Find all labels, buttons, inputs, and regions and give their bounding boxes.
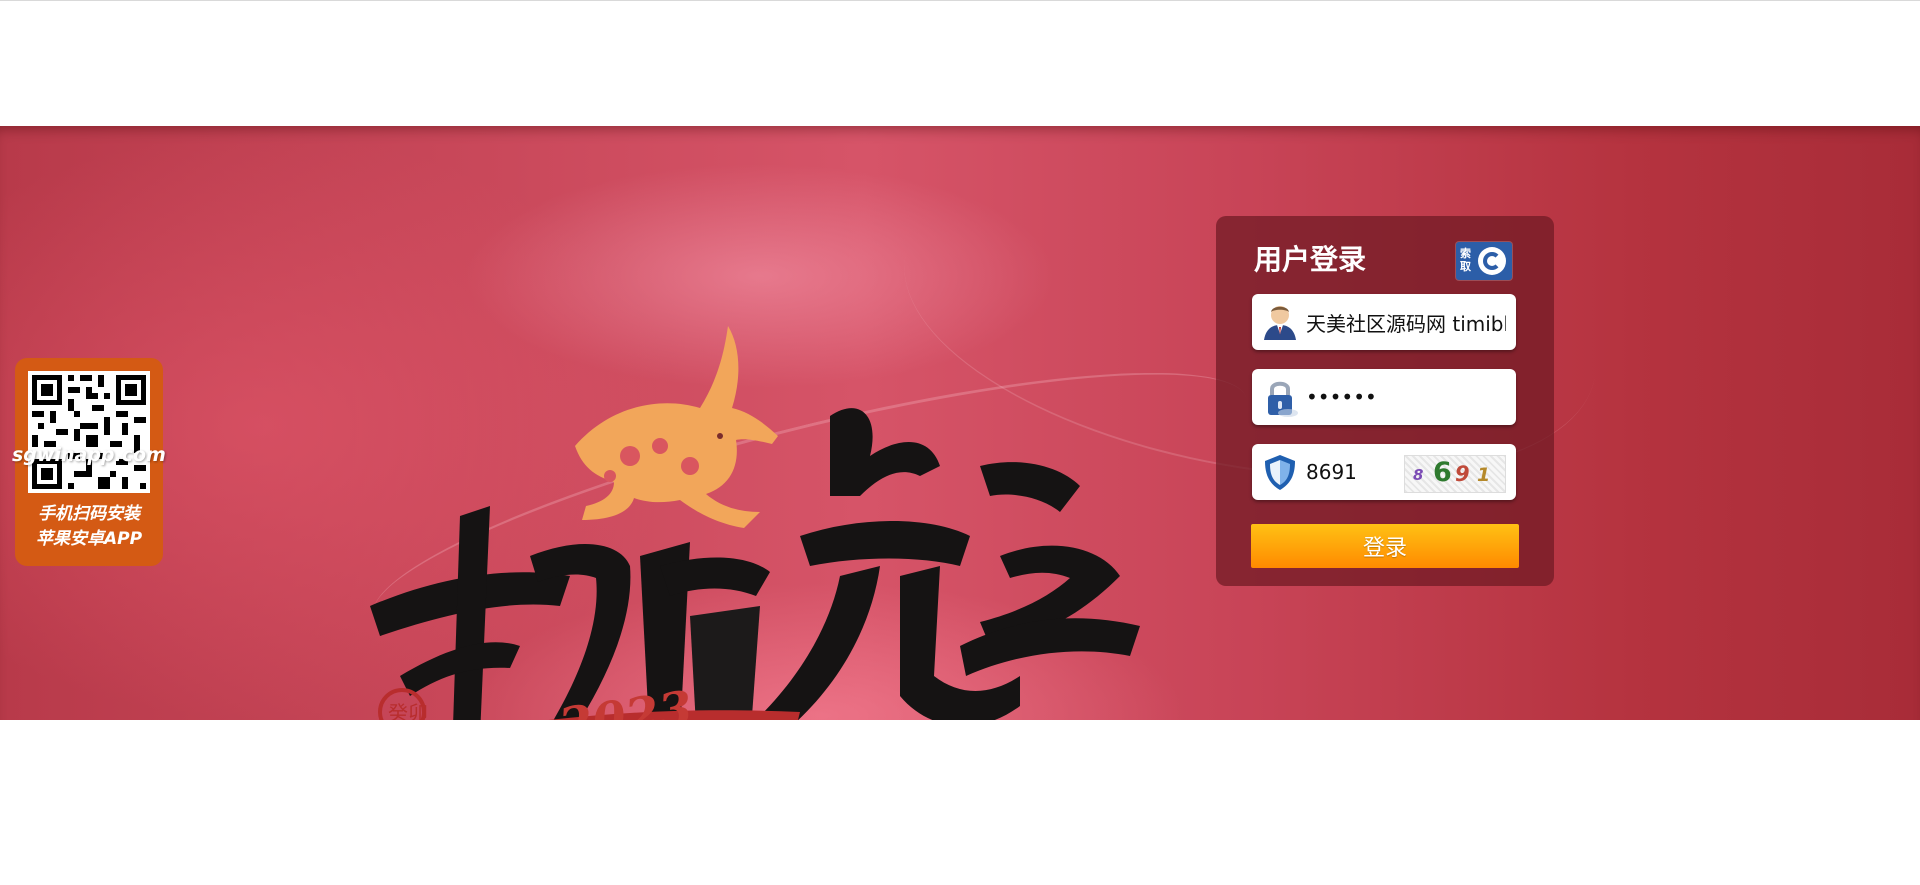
captcha-digit: 1	[1477, 464, 1491, 486]
login-title: 用户登录	[1254, 243, 1367, 276]
login-panel: 用户登录 索取 天美社区源码网 timibbs.net •••••• 8691 …	[1216, 216, 1554, 586]
captcha-field[interactable]: 8 6 9 1	[1252, 444, 1516, 500]
badge-label: 索取	[1460, 247, 1471, 273]
hero-banner: 手机扫码安装 苹果安卓APP sgwinapp.com 癸卯 2023 用户登录…	[0, 126, 1920, 720]
slogan-calligraphy	[370, 408, 1140, 720]
lock-icon	[1268, 381, 1298, 417]
user-avatar-icon	[1264, 306, 1296, 340]
top-divider	[0, 0, 1920, 1]
caption-line-2: 苹果安卓APP	[35, 529, 143, 549]
password-input[interactable]	[1306, 381, 1506, 413]
app-site-link[interactable]: sgwinapp.com	[12, 444, 182, 466]
app-download-caption: 手机扫码安装 苹果安卓APP	[15, 502, 163, 552]
security-badge[interactable]: 索取	[1456, 242, 1512, 280]
security-logo-icon	[1478, 247, 1506, 275]
password-field[interactable]	[1252, 369, 1516, 425]
shield-icon	[1265, 455, 1295, 490]
rabbit-slogan-illustration: 癸卯 2023	[370, 326, 1140, 720]
rabbit-icon	[575, 326, 778, 528]
captcha-input[interactable]	[1306, 456, 1396, 488]
qr-code-graphic	[32, 375, 146, 489]
login-button[interactable]: 登录	[1251, 524, 1519, 568]
captcha-digit: 9	[1455, 462, 1470, 486]
captcha-digit: 6	[1433, 457, 1452, 488]
hero-artwork: 癸卯 2023	[360, 316, 1160, 720]
username-input[interactable]	[1306, 306, 1506, 338]
year-seal: 癸卯	[388, 701, 428, 720]
caption-line-1: 手机扫码安装	[38, 504, 140, 524]
username-field[interactable]	[1252, 294, 1516, 350]
captcha-image[interactable]: 8 6 9 1	[1404, 455, 1506, 493]
captcha-digit: 8	[1413, 466, 1424, 484]
qr-code[interactable]	[28, 371, 150, 493]
